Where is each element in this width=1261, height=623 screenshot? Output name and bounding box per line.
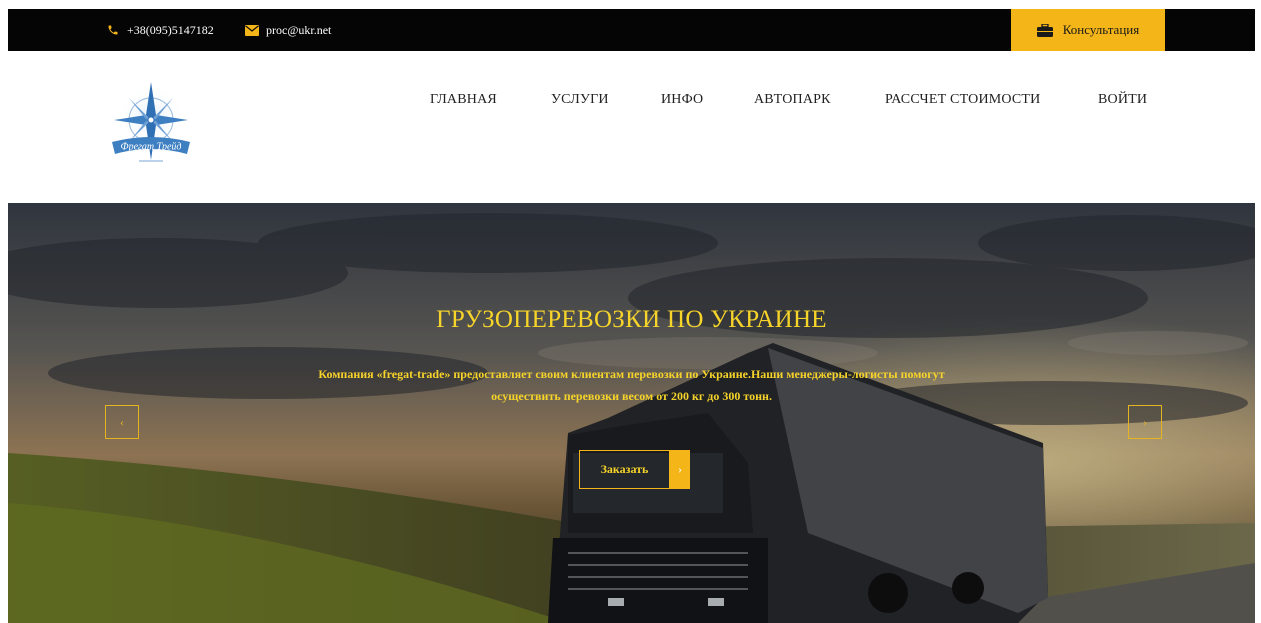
order-button-label: Заказать bbox=[579, 450, 670, 489]
phone-icon bbox=[105, 23, 121, 37]
envelope-icon bbox=[244, 23, 260, 37]
hero-background-image bbox=[8, 203, 1255, 623]
chevron-left-icon: ‹ bbox=[120, 414, 124, 429]
nav-item-home[interactable]: ГЛАВНАЯ bbox=[430, 92, 497, 108]
hero-title: ГРУЗОПЕРЕВОЗКИ ПО УКРАИНЕ bbox=[436, 306, 827, 333]
briefcase-icon bbox=[1036, 23, 1055, 37]
consultation-label: Консультация bbox=[1062, 22, 1140, 37]
top-bar: +38(095)5147182 proc@ukr.net Консультаци… bbox=[8, 9, 1255, 51]
slider-prev-button[interactable]: ‹ bbox=[105, 405, 139, 439]
email-contact[interactable]: proc@ukr.net bbox=[244, 9, 331, 51]
nav-item-cost-calculation[interactable]: РАССЧЕТ СТОИМОСТИ bbox=[885, 92, 1041, 108]
chevron-right-icon: › bbox=[1143, 414, 1147, 429]
phone-contact[interactable]: +38(095)5147182 bbox=[105, 9, 214, 51]
hero-description: Компания «fregat-trade» предоставляет св… bbox=[318, 367, 945, 403]
email-address: proc@ukr.net bbox=[266, 22, 332, 37]
chevron-right-icon: › bbox=[670, 450, 690, 489]
order-button[interactable]: Заказать › bbox=[579, 450, 690, 489]
consultation-button[interactable]: Консультация bbox=[1011, 9, 1165, 51]
logo-text: Фрегат Трейд bbox=[121, 142, 182, 153]
hero-slider: ГРУЗОПЕРЕВОЗКИ ПО УКРАИНЕ Компания «freg… bbox=[8, 203, 1255, 623]
nav-item-login[interactable]: ВОЙТИ bbox=[1098, 92, 1147, 108]
logo[interactable]: Фрегат Трейд bbox=[109, 80, 193, 172]
slider-next-button[interactable]: › bbox=[1128, 405, 1162, 439]
phone-number: +38(095)5147182 bbox=[127, 22, 214, 37]
nav-item-fleet[interactable]: АВТОПАРК bbox=[754, 92, 831, 108]
nav-item-info[interactable]: ИНФО bbox=[661, 92, 703, 108]
nav-item-services[interactable]: УСЛУГИ bbox=[551, 92, 609, 108]
